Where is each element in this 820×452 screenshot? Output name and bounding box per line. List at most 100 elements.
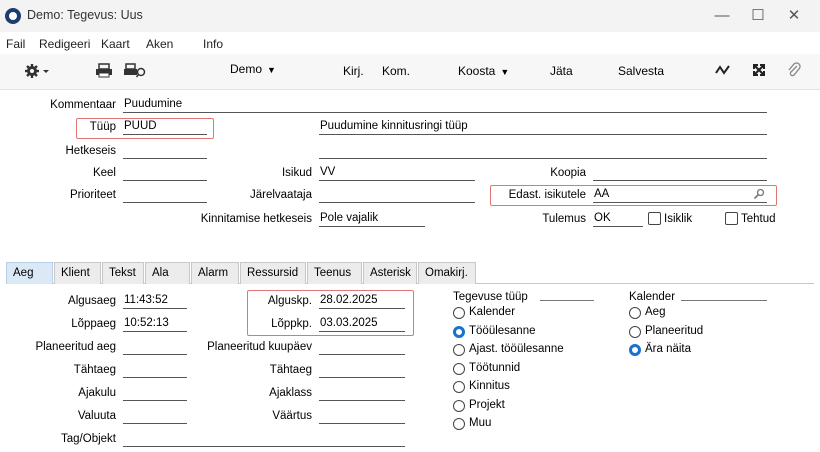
maximize-button[interactable]: ☐ (740, 4, 776, 28)
tahtaeg-label: Tähtaeg (73, 364, 116, 376)
prioriteet-field[interactable] (123, 188, 207, 203)
valuuta-label: Valuuta (77, 410, 116, 422)
tegevuse-tyyp-option-label: Töötunnid (469, 361, 521, 374)
attachment-icon[interactable] (787, 62, 801, 78)
hetkeseis-field[interactable] (123, 144, 207, 159)
hetkeseis-label: Hetkeseis (65, 145, 117, 157)
koosta-label: Koosta (458, 64, 496, 78)
planeeritud-kp-label: Planeeritud kuupäev (207, 341, 312, 353)
ajakulu-label: Ajakulu (78, 387, 116, 399)
tahtaeg2-field[interactable] (319, 363, 405, 378)
isiklik-checkbox[interactable] (648, 212, 661, 225)
kalender-option-label: Aeg (645, 306, 666, 318)
tegevuse-tyyp-radio-3[interactable] (453, 362, 465, 375)
tegevuse-tyyp-option-label: Kalender (469, 306, 516, 318)
menu-fail[interactable]: Fail (6, 37, 25, 51)
isikud-label: Isikud (281, 167, 312, 179)
tyyp-field[interactable]: PUUD (123, 120, 207, 135)
edast-field[interactable]: AA (593, 188, 767, 203)
isiklik-label: Isiklik (664, 213, 693, 225)
tegevuse-tyyp-radio-0[interactable] (453, 307, 465, 319)
planeeritud-aeg-label: Planeeritud aeg (35, 341, 116, 353)
tahtaeg-field[interactable] (123, 363, 187, 378)
tegevuse-tyyp-option-label: Projekt (469, 398, 505, 411)
minimize-button[interactable]: — (704, 4, 740, 28)
kalender-label: Kalender (629, 291, 676, 303)
vaartus-field[interactable] (319, 409, 405, 424)
tyyp-description: Puudumine kinnitusringi tüüp (319, 120, 767, 135)
tegevuse-tyyp-radio-5[interactable] (453, 399, 465, 412)
planeeritud-aeg-field[interactable] (123, 340, 187, 355)
gear-icon[interactable] (24, 63, 52, 79)
tahtaeg2-label: Tähtaeg (269, 364, 312, 376)
ajaklass-field[interactable] (319, 386, 405, 401)
tab-ala[interactable]: Ala (145, 262, 190, 284)
loppaeg-label: Lõppaeg (71, 318, 116, 330)
loppkp-field[interactable]: 03.03.2025 (319, 317, 405, 332)
menu-kaart[interactable]: Kaart (101, 37, 130, 51)
loppkp-label: Lõppkp. (271, 318, 312, 330)
kommentaar-field[interactable]: Puudumine (123, 98, 767, 113)
tulemus-label: Tulemus (542, 213, 586, 225)
alguskp-label: Alguskp. (267, 295, 312, 307)
kalender-radio-2[interactable] (629, 344, 641, 356)
kommentaar-label: Kommentaar (50, 99, 116, 111)
valuuta-field[interactable] (123, 409, 187, 424)
tab-teenus[interactable]: Teenus (307, 262, 362, 284)
tegevuse-tyyp-option-label: Ajast. tööülesanne (469, 343, 564, 355)
tegevuse-tyyp-radio-2[interactable] (453, 344, 465, 356)
algusaeg-label: Algusaeg (68, 295, 116, 307)
chevron-down-icon: ▼ (267, 65, 276, 75)
window-title: Demo: Tegevus: Uus (27, 8, 143, 22)
tab-alarm[interactable]: Alarm (191, 262, 239, 284)
close-button[interactable]: ✕ (776, 4, 812, 28)
tegevuse-tyyp-radio-6[interactable] (453, 418, 465, 430)
kom-button[interactable]: Kom. (382, 64, 410, 78)
kalender-option-label: Planeeritud (645, 324, 704, 337)
koosta-dropdown[interactable]: Koosta ▼ (458, 64, 509, 78)
demo-label: Demo (230, 62, 263, 76)
menu-aken[interactable]: Aken (146, 37, 173, 51)
tegevuse-tyyp-divider (540, 300, 594, 301)
isikud-field[interactable]: VV (319, 166, 475, 181)
tab-aeg[interactable]: Aeg (6, 262, 53, 284)
kalender-radio-1[interactable] (629, 325, 641, 338)
jarelvaataja-label: Järelvaataja (249, 189, 312, 201)
tehtud-label: Tehtud (741, 213, 776, 225)
activity-icon[interactable] (715, 64, 731, 76)
algusaeg-field[interactable]: 11:43:52 (123, 294, 187, 309)
kalender-option-label: Ära näita (645, 343, 692, 355)
tehtud-checkbox[interactable] (725, 212, 738, 225)
tulemus-field[interactable]: OK (593, 212, 643, 227)
jarelvaataja-field[interactable] (319, 188, 475, 203)
tab-tekst[interactable]: Tekst (102, 262, 144, 284)
edast-label: Edast. isikutele (508, 189, 586, 201)
ajakulu-field[interactable] (123, 386, 187, 401)
keel-label: Keel (92, 167, 116, 179)
tab-asterisk[interactable]: Asterisk (363, 262, 417, 284)
planeeritud-kp-field[interactable] (319, 340, 405, 355)
menu-info[interactable]: Info (203, 37, 223, 51)
search-icon[interactable] (753, 188, 765, 200)
tegevuse-tyyp-label: Tegevuse tüüp (453, 291, 528, 303)
tag-objekt-field[interactable] (123, 432, 405, 447)
kalender-radio-0[interactable] (629, 307, 641, 319)
alguskp-field[interactable]: 28.02.2025 (319, 294, 405, 309)
demo-dropdown[interactable]: Demo ▼ (230, 62, 276, 76)
expand-icon[interactable] (752, 63, 766, 77)
tab-omakirj[interactable]: Omakirj. (418, 262, 476, 284)
tag-objekt-label: Tag/Objekt (61, 433, 116, 445)
salvesta-button[interactable]: Salvesta (618, 64, 664, 78)
koopia-field[interactable] (593, 166, 767, 181)
tegevuse-tyyp-radio-1[interactable] (453, 325, 465, 338)
tab-klient[interactable]: Klient (54, 262, 101, 284)
jata-button[interactable]: Jäta (550, 64, 573, 78)
tab-ressursid[interactable]: Ressursid (240, 262, 306, 284)
tegevuse-tyyp-radio-4[interactable] (453, 381, 465, 393)
loppaeg-field[interactable]: 10:52:13 (123, 317, 187, 332)
print-preview-icon[interactable] (123, 63, 147, 78)
kirj-button[interactable]: Kirj. (343, 64, 364, 78)
menu-redigeeri[interactable]: Redigeeri (39, 37, 90, 51)
print-icon[interactable] (95, 63, 113, 78)
keel-field[interactable] (123, 166, 207, 181)
